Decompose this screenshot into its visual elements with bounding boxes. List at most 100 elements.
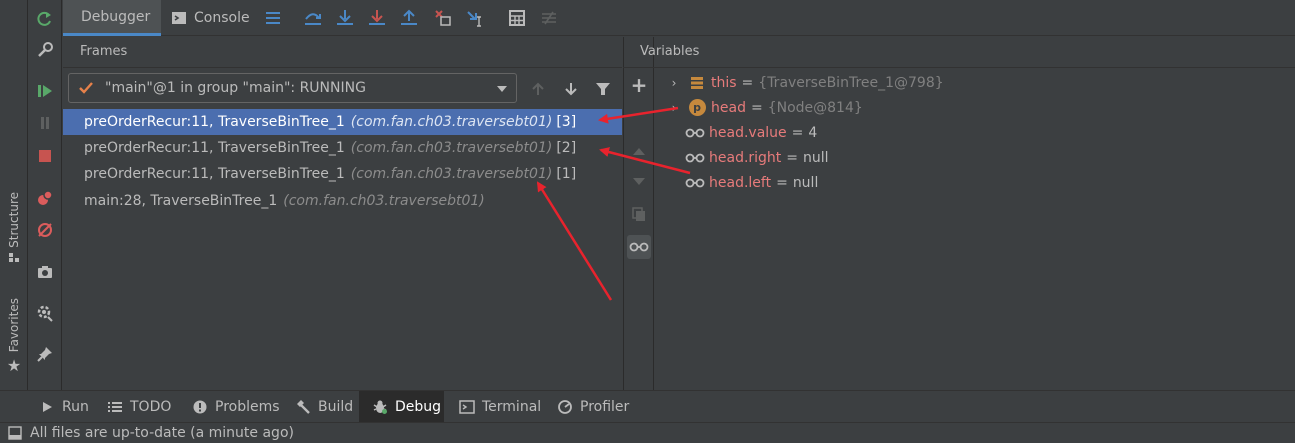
frame-row[interactable]: main:28, TraverseBinTree_1 (com.fan.ch03… (63, 188, 622, 214)
frames-panel: Frames "main"@1 in group "main": RUNNING… (63, 37, 622, 390)
show-watches-toggle[interactable] (627, 235, 651, 259)
expand-chevron-icon[interactable]: › (667, 101, 681, 115)
step-over-button[interactable] (303, 8, 323, 28)
variable-row[interactable]: › this = {TraverseBinTree_1@798} (655, 70, 944, 95)
wrench-icon (38, 42, 53, 57)
step-out-button[interactable] (399, 8, 419, 28)
variable-value: null (803, 149, 829, 166)
watch-glasses-icon (685, 148, 705, 168)
watch-row[interactable]: head.left = null (653, 170, 818, 195)
move-watch-down-button[interactable] (627, 170, 651, 194)
gear-icon (37, 305, 53, 322)
tab-console-label: Console (194, 10, 250, 26)
frame-package: (com.fan.ch03.traversebt01) (350, 114, 553, 130)
variable-name: this (711, 74, 737, 91)
tool-tab-problems[interactable]: Problems (191, 391, 280, 423)
tab-console[interactable]: Console (171, 0, 250, 36)
frame-row[interactable]: preOrderRecur:11, TraverseBinTree_1 (com… (63, 135, 622, 161)
force-step-into-icon (369, 10, 385, 25)
variable-name: head (711, 99, 746, 116)
thread-selector[interactable]: "main"@1 in group "main": RUNNING (68, 73, 517, 103)
variable-name: head.value (709, 124, 787, 141)
breakpoints-icon (38, 190, 53, 205)
list-icon (106, 398, 124, 416)
evaluate-expression-button[interactable] (507, 8, 527, 28)
console-icon (172, 12, 186, 24)
watch-row[interactable]: head.value = 4 (653, 120, 817, 145)
drop-frame-icon (435, 10, 451, 26)
filter-frames-button[interactable] (593, 79, 613, 99)
resume-icon (38, 85, 52, 97)
new-watch-button[interactable]: + (627, 73, 651, 97)
variables-toolbar: + (623, 37, 654, 390)
next-frame-button[interactable] (561, 79, 581, 99)
tool-tab-run[interactable]: Run (38, 391, 89, 423)
drop-frame-button[interactable] (433, 8, 453, 28)
frame-depth: [2] (556, 140, 577, 156)
p-icon: p (687, 98, 707, 118)
force-step-into-button[interactable] (367, 8, 387, 28)
tool-tab-build[interactable]: Build (294, 391, 353, 423)
tool-tab-profiler[interactable]: Profiler (556, 391, 629, 423)
stop-button[interactable] (34, 145, 56, 167)
hammer-icon (294, 398, 312, 416)
step-into-button[interactable] (335, 8, 355, 28)
toggle-tool-windows-icon[interactable] (8, 426, 22, 440)
variable-equals: = (776, 174, 788, 191)
pause-button[interactable] (34, 112, 56, 134)
favorites-tab[interactable]: Favorites ★ (2, 298, 26, 375)
run-to-cursor-button[interactable] (465, 8, 485, 28)
step-over-icon (305, 13, 321, 25)
expand-chevron-icon[interactable]: › (667, 76, 681, 90)
tool-tab-problems-label: Problems (215, 399, 280, 415)
rerun-icon (37, 11, 51, 26)
triangle-up-icon (633, 148, 645, 155)
chevron-down-icon (497, 86, 507, 92)
tab-debugger-label: Debugger (81, 8, 151, 25)
structure-icon (9, 252, 19, 262)
view-breakpoints-button[interactable] (34, 187, 56, 209)
mute-breakpoints-icon (38, 223, 52, 237)
settings-button[interactable] (34, 302, 56, 324)
move-watch-up-button[interactable] (627, 139, 651, 163)
run-to-cursor-icon (467, 11, 481, 27)
frame-row[interactable]: preOrderRecur:11, TraverseBinTree_1 (com… (63, 161, 622, 187)
debug-actions-toolbar (29, 0, 62, 390)
resume-button[interactable] (34, 80, 56, 102)
play-icon (38, 398, 56, 416)
tool-tab-todo[interactable]: TODO (106, 391, 171, 423)
tool-tab-debug-label: Debug (395, 399, 442, 415)
camera-icon (38, 266, 52, 278)
frame-package: (com.fan.ch03.traversebt01) (350, 140, 553, 156)
mute-breakpoints-button[interactable] (34, 219, 56, 241)
frame-row[interactable]: preOrderRecur:11, TraverseBinTree_1 (com… (63, 109, 622, 135)
snapshot-button[interactable] (34, 261, 56, 283)
status-message: All files are up-to-date (a minute ago) (30, 425, 294, 441)
variable-equals: = (741, 74, 754, 91)
frame-method: main:28, TraverseBinTree_1 (84, 193, 278, 209)
settings-wrench-button[interactable] (34, 39, 56, 61)
layout-settings-button[interactable] (263, 8, 283, 28)
duplicate-watch-button[interactable] (627, 202, 651, 226)
arrow-down-icon (565, 83, 577, 96)
bug-icon (371, 398, 389, 416)
trace-current-stream-button[interactable] (539, 8, 559, 28)
tab-debugger[interactable]: Debugger (63, 0, 161, 36)
rerun-button[interactable] (34, 8, 56, 30)
frame-package: (com.fan.ch03.traversebt01) (283, 193, 485, 209)
pin-tab-button[interactable] (34, 343, 56, 365)
watch-row[interactable]: head.right = null (653, 145, 829, 170)
variable-row[interactable]: › p head = {Node@814} (655, 95, 863, 120)
step-into-icon (337, 10, 353, 25)
tool-tab-debug[interactable]: Debug (359, 391, 444, 423)
structure-tab[interactable]: Structure (2, 192, 26, 264)
variables-title: Variables (640, 44, 700, 59)
frames-title: Frames (80, 44, 128, 59)
frame-package: (com.fan.ch03.traversebt01) (350, 166, 553, 182)
status-bar: All files are up-to-date (a minute ago) (0, 422, 1295, 443)
previous-frame-button[interactable] (528, 79, 548, 99)
pause-icon (41, 117, 49, 129)
filter-icon (596, 83, 610, 95)
tool-tab-terminal[interactable]: Terminal (458, 391, 541, 423)
variable-name: head.left (709, 174, 772, 191)
